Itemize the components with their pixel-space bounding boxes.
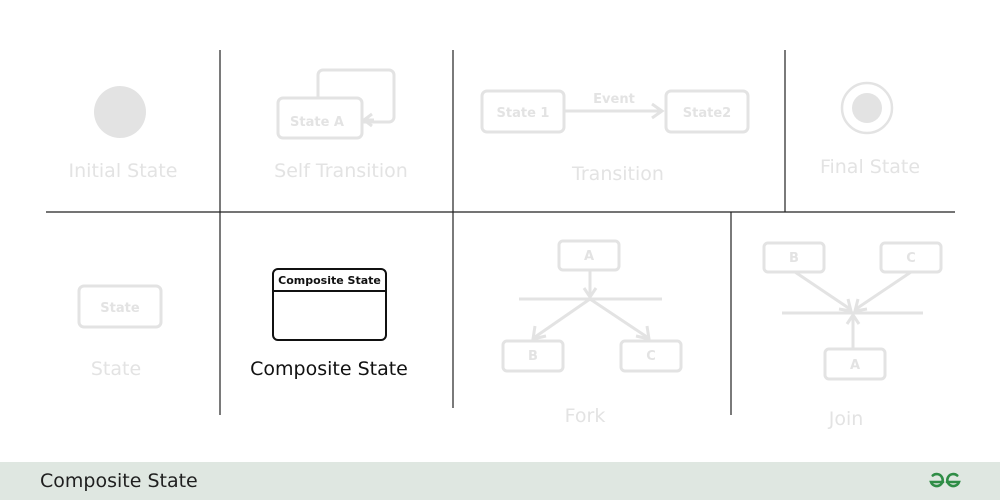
fork-out-left-line: [534, 297, 591, 339]
join-cell: B C A Join: [762, 241, 943, 430]
footer-title: Composite State: [40, 470, 198, 492]
final-state-cell: Final State: [820, 81, 920, 178]
notation-grid: Initial State State A Self Transition St…: [46, 50, 955, 430]
join-right-label: C: [906, 251, 916, 266]
fork-caption: Fork: [565, 405, 606, 427]
final-state-inner-dot-icon: [852, 93, 882, 123]
footer-bar: Composite State: [0, 462, 1000, 500]
composite-state-caption: Composite State: [250, 358, 408, 380]
fork-left-label: B: [528, 349, 538, 364]
join-left-label: B: [789, 251, 799, 266]
initial-state-caption: Initial State: [69, 160, 178, 182]
initial-state-icon: [94, 86, 146, 138]
join-caption: Join: [828, 408, 864, 430]
join-bottom-label: A: [850, 358, 860, 373]
join-in-left-line: [794, 270, 851, 311]
transition-event-label: Event: [593, 92, 635, 107]
fork-cell: A B C Fork: [501, 239, 683, 427]
transition-from-label: State 1: [497, 106, 550, 121]
composite-state-box-label: Composite State: [278, 274, 381, 287]
self-loop-arrow-icon: [361, 112, 374, 128]
transition-caption: Transition: [571, 163, 664, 185]
state-caption: State: [91, 358, 141, 380]
transition-to-label: State2: [683, 106, 731, 121]
fork-out-right-line: [589, 297, 648, 339]
state-box-label: State: [100, 301, 140, 316]
state-cell: State State: [77, 284, 163, 380]
self-transition-caption: Self Transition: [274, 160, 408, 182]
fork-top-label: A: [584, 249, 594, 264]
self-transition-cell: State A Self Transition: [274, 68, 408, 182]
grid-lines: [46, 50, 955, 415]
fork-right-label: C: [646, 349, 656, 364]
initial-state-cell: Initial State: [69, 86, 178, 182]
geeksforgeeks-logo-icon: [929, 472, 961, 488]
composite-state-cell: Composite State Composite State: [250, 268, 408, 380]
join-in-right-line: [855, 270, 912, 311]
transition-cell: State 1 State2 Event Transition: [480, 89, 750, 185]
uml-state-diagram-notation: Initial State State A Self Transition St…: [0, 0, 1000, 500]
final-state-caption: Final State: [820, 156, 920, 178]
self-transition-box-label: State A: [290, 115, 344, 130]
